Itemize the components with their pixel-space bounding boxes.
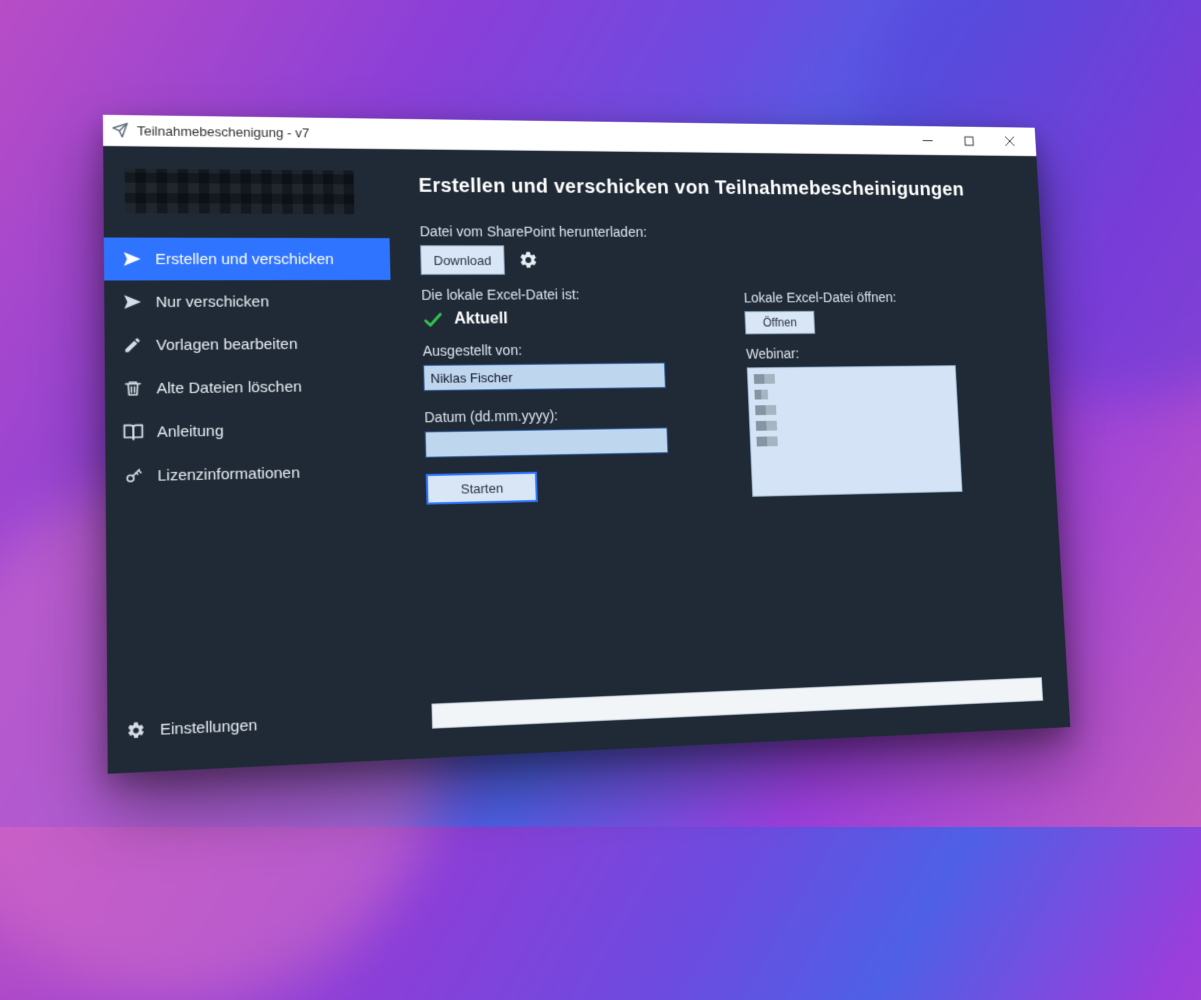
app-window: Teilnahmebeschenigung - v7 <box>102 115 1069 774</box>
sidebar-item-label: Vorlagen bearbeiten <box>156 335 298 353</box>
minimize-button[interactable] <box>905 126 948 154</box>
local-file-status: Aktuell <box>421 307 716 330</box>
paper-plane-icon <box>121 292 143 313</box>
sidebar-item-label: Nur verschicken <box>155 293 269 311</box>
page-title: Erstellen und verschicken von Teilnahmeb… <box>418 175 1014 201</box>
sidebar-item-license[interactable]: Lizenzinformationen <box>105 449 395 498</box>
check-icon <box>421 309 444 331</box>
pencil-icon <box>121 335 143 356</box>
sidebar-item-label: Anleitung <box>156 422 223 441</box>
main-panel: Erstellen und verschicken von Teilnahmeb… <box>387 149 1070 759</box>
sidebar-item-templates[interactable]: Vorlagen bearbeiten <box>104 322 392 367</box>
brand-logo <box>103 146 389 232</box>
sidebar-item-label: Alte Dateien löschen <box>156 378 301 397</box>
close-button[interactable] <box>988 127 1031 155</box>
paper-plane-icon <box>111 122 128 138</box>
download-label: Datei vom SharePoint herunterladen: <box>419 223 1016 240</box>
date-label: Datum (dd.mm.yyyy): <box>424 405 720 425</box>
sidebar-item-label: Erstellen und verschicken <box>155 250 334 267</box>
sidebar-item-settings[interactable]: Einstellungen <box>107 697 401 755</box>
sidebar: Erstellen und verschicken Nur verschicke… <box>103 146 401 774</box>
local-file-label: Die lokale Excel-Datei ist: <box>421 286 715 303</box>
list-item[interactable] <box>753 374 774 384</box>
download-settings-button[interactable] <box>517 250 537 270</box>
issued-by-input[interactable] <box>423 362 666 391</box>
list-item[interactable] <box>754 390 768 400</box>
date-input[interactable] <box>424 427 668 457</box>
sidebar-menu: Erstellen und verschicken Nur verschicke… <box>103 238 395 499</box>
sidebar-item-manual[interactable]: Anleitung <box>105 407 394 455</box>
book-icon <box>122 422 144 443</box>
sidebar-item-label: Einstellungen <box>159 716 257 738</box>
list-item[interactable] <box>755 405 776 415</box>
webinar-listbox[interactable] <box>746 365 962 497</box>
start-button[interactable]: Starten <box>425 472 537 505</box>
list-item[interactable] <box>756 436 777 446</box>
gear-icon <box>124 719 146 741</box>
progress-bar <box>431 677 1043 728</box>
issued-by-label: Ausgestellt von: <box>422 340 717 358</box>
list-item[interactable] <box>755 421 776 431</box>
paper-plane-icon <box>121 249 143 269</box>
maximize-button[interactable] <box>947 127 990 155</box>
webinar-label: Webinar: <box>745 344 1022 362</box>
sidebar-item-send-only[interactable]: Nur verschicken <box>104 280 391 324</box>
window-title: Teilnahmebeschenigung - v7 <box>136 123 309 140</box>
sidebar-item-label: Lizenzinformationen <box>157 464 300 485</box>
sidebar-item-delete-old[interactable]: Alte Dateien löschen <box>104 364 393 411</box>
download-button[interactable]: Download <box>420 245 505 275</box>
app-body: Erstellen und verschicken Nur verschicke… <box>103 146 1070 774</box>
sidebar-item-create-send[interactable]: Erstellen und verschicken <box>103 238 390 281</box>
key-icon <box>122 465 144 486</box>
open-file-label: Lokale Excel-Datei öffnen: <box>743 289 1020 305</box>
open-file-button[interactable]: Öffnen <box>744 311 815 335</box>
trash-icon <box>122 378 144 399</box>
local-file-status-text: Aktuell <box>454 310 508 328</box>
